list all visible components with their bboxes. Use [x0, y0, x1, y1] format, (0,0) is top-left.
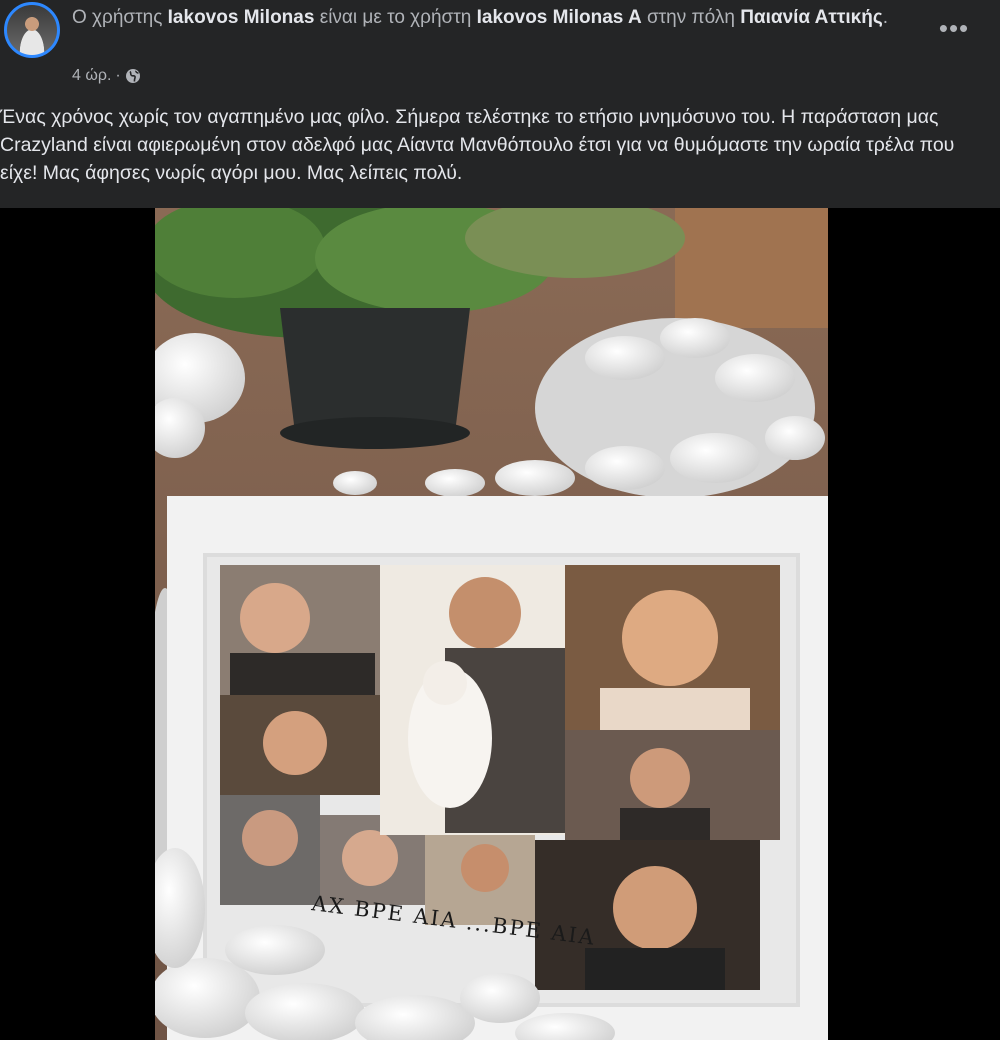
author-avatar[interactable] [4, 2, 60, 58]
meta-separator: · [115, 67, 121, 84]
post-photo[interactable]: ΑΧ ΒΡΕ ΑΙΑ ...ΒΡΕ ΑΙΑ [155, 208, 828, 1040]
more-options-icon: ••• [938, 12, 970, 43]
place-suffix: . [882, 7, 888, 28]
post-attribution: Ο χρήστης Iakovos Milonas είναι με το χρ… [72, 5, 932, 31]
tagged-user-link[interactable]: Iakovos Milonas A [477, 7, 642, 28]
post-text: Ένας χρόνος χωρίς τον αγαπημένο μας φίλο… [0, 106, 955, 184]
post-timestamp[interactable]: 4 ώρ. [72, 67, 111, 85]
flower-pot [280, 308, 470, 433]
with-text: είναι με το χρήστη [319, 7, 472, 28]
place-text: στην πόλη [646, 7, 735, 28]
post-meta: 4 ώρ. · [72, 64, 141, 88]
facebook-post: Ο χρήστης Iakovos Milonas είναι με το χρ… [0, 0, 1000, 1040]
more-options-button[interactable]: ••• [934, 10, 974, 46]
attribution-prefix: Ο χρήστης [72, 7, 163, 28]
post-photo-area: ΑΧ ΒΡΕ ΑΙΑ ...ΒΡΕ ΑΙΑ [0, 208, 1000, 1040]
globe-icon[interactable] [125, 68, 141, 84]
location-link[interactable]: Παιανία Αττικής [740, 7, 883, 28]
post-header: Ο χρήστης Iakovos Milonas είναι με το χρ… [0, 0, 1000, 208]
author-name-link[interactable]: Iakovos Milonas [168, 7, 315, 28]
